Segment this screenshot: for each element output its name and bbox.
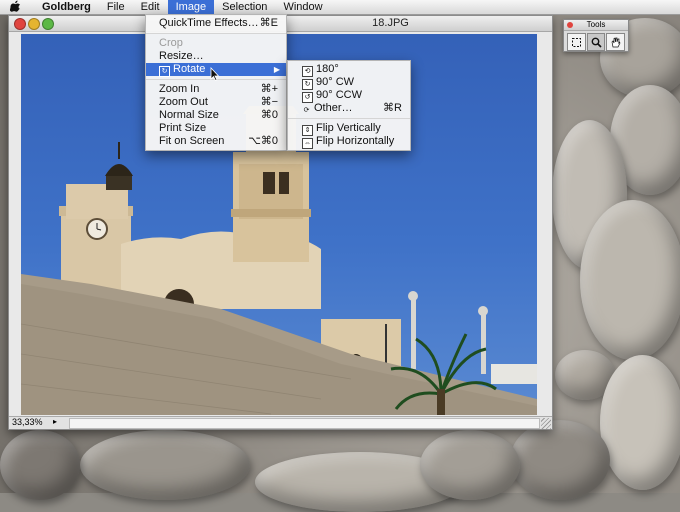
menu-item-flip-vertically[interactable]: ⇕ Flip Vertically (288, 122, 410, 136)
rotate-submenu: ⟲ 180° ↻ 90° CW ↺ 90° CCW ⟳ Other… ⌘R ⇕ Flip V… (287, 60, 411, 151)
menu-item-rotate-other[interactable]: ⟳ Other… ⌘R (288, 102, 410, 115)
menu-item-normal-size[interactable]: Normal Size ⌘0 (146, 109, 286, 122)
zoom-popup-arrow-icon[interactable]: ▸ (53, 417, 57, 426)
menu-window[interactable]: Window (275, 0, 330, 14)
hand-tool-icon[interactable] (606, 33, 626, 51)
zoom-level: 33,33% (12, 417, 43, 427)
status-bar: 33,33% ▸ (9, 416, 552, 429)
marquee-select-icon[interactable] (567, 33, 586, 51)
menu-file[interactable]: File (99, 0, 133, 14)
mouse-pointer-icon (210, 66, 220, 84)
submenu-arrow-icon: ▶ (273, 65, 280, 74)
tools-title: Tools (586, 20, 606, 29)
horizontal-scrollbar[interactable] (69, 418, 540, 429)
menu-item-zoom-out[interactable]: Zoom Out ⌘− (146, 96, 286, 109)
window-title: 18.JPG (372, 17, 409, 29)
menu-edit[interactable]: Edit (133, 0, 168, 14)
tools-titlebar[interactable]: Tools (564, 20, 628, 31)
menu-item-resize[interactable]: Resize… (146, 50, 286, 63)
menu-goldberg[interactable]: Goldberg (34, 0, 99, 14)
menu-item-fit-on-screen[interactable]: Fit on Screen ⌥⌘0 (146, 135, 286, 148)
rotate-icon: ↻ (159, 66, 170, 77)
flip-horizontal-icon: ⇔ (302, 138, 313, 149)
tools-close-button[interactable] (567, 22, 573, 28)
menu-image[interactable]: Image (167, 0, 215, 14)
menu-selection[interactable]: Selection (214, 0, 275, 14)
menu-item-rotate-90-cw[interactable]: ↻ 90° CW (288, 76, 410, 90)
menu-item-quicktime-effects[interactable]: QuickTime Effects… ⌘E (146, 17, 286, 30)
apple-menu-icon[interactable] (8, 0, 22, 15)
menu-bar: Goldberg File Edit Image Selection Windo… (0, 0, 680, 15)
menu-item-crop: Crop (159, 37, 183, 49)
magnifier-icon[interactable] (586, 33, 606, 51)
menu-item-flip-horizontally[interactable]: ⇔ Flip Horizontally (288, 135, 410, 149)
resize-grip-icon[interactable] (541, 418, 551, 429)
menu-item-print-size[interactable]: Print Size (146, 122, 286, 135)
rotate-other-icon: ⟳ (303, 107, 310, 114)
menu-item-zoom-in[interactable]: Zoom In ⌘+ (146, 83, 286, 96)
tools-palette: Tools (563, 19, 629, 52)
menu-item-rotate-180[interactable]: ⟲ 180° (288, 63, 410, 77)
menu-item-rotate-90-ccw[interactable]: ↺ 90° CCW (288, 89, 410, 103)
